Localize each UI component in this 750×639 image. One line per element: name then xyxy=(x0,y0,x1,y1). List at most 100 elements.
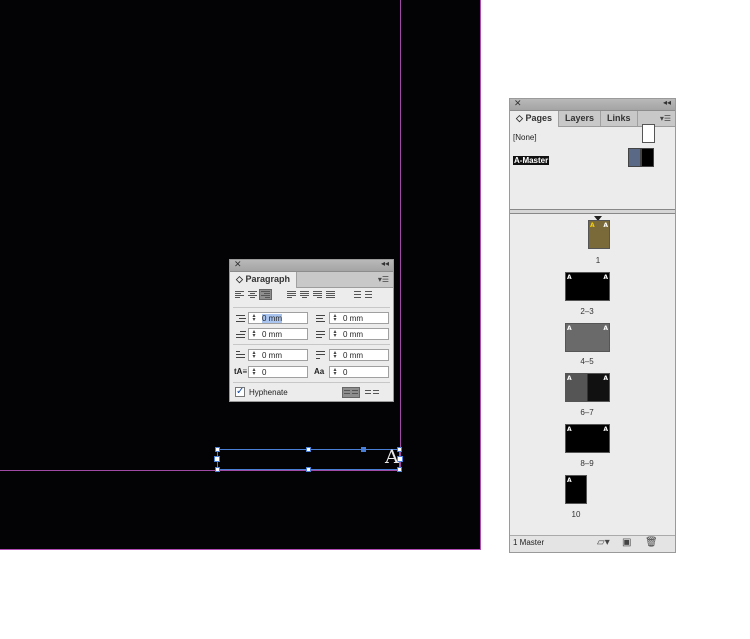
last-line-indent-field[interactable]: ▴ ▾ 0 mm xyxy=(329,328,389,340)
master-marker: A xyxy=(603,426,608,433)
drop-cap-chars-value[interactable]: 0 xyxy=(343,368,347,377)
master-marker: A xyxy=(567,426,572,433)
space-before-value[interactable]: 0 mm xyxy=(262,351,282,360)
page-label-2-3: 2–3 xyxy=(580,307,594,316)
paragraph-panel-titlebar[interactable]: ✕ ◂◂ xyxy=(230,259,393,272)
space-before-field[interactable]: ▴ ▾ 0 mm xyxy=(248,349,308,361)
paragraph-panel: ✕ ◂◂ ◇ Paragraph ▾☰ ▴ ▾ 0 mm ▴ ▾ 0 mm ▴ ▾ 0… xyxy=(229,259,394,402)
divider xyxy=(233,344,390,345)
page-thumbnail-8-9[interactable]: A A xyxy=(565,424,610,453)
first-line-indent-icon xyxy=(234,329,247,340)
close-icon[interactable]: ✕ xyxy=(234,259,242,270)
collapse-icon[interactable]: ◂◂ xyxy=(381,259,389,268)
justify-right-icon[interactable] xyxy=(312,290,323,299)
page-thumbnail-10[interactable]: A xyxy=(565,475,587,504)
justify-left-icon[interactable] xyxy=(286,290,297,299)
master-marker: A xyxy=(567,477,572,484)
close-icon[interactable]: ✕ xyxy=(514,98,522,109)
margin-guide-horizontal xyxy=(0,470,401,471)
tab-pages-label: Pages xyxy=(525,113,552,123)
space-before-icon xyxy=(234,350,247,361)
pages-panel-titlebar[interactable]: ✕ ◂◂ xyxy=(510,98,675,111)
page-thumbnail-6-7[interactable]: A A xyxy=(565,373,610,402)
master-count: 1 Master xyxy=(513,538,545,547)
hyphenate-label: Hyphenate xyxy=(249,388,288,397)
tab-marker-icon: ◇ xyxy=(516,113,523,123)
drop-cap-lines-field[interactable]: ▴ ▾ 0 xyxy=(248,366,308,378)
a-master-label[interactable]: A-Master xyxy=(513,156,550,165)
stepper-icon[interactable]: ▴ ▾ xyxy=(250,350,258,360)
first-line-indent-value[interactable]: 0 mm xyxy=(262,330,282,339)
pages-panel-footer: 1 Master ▱▾ ▣ 🗑 xyxy=(510,535,675,552)
page-size-icon[interactable]: ▱▾ xyxy=(597,537,610,548)
page-thumbnail-4-5[interactable]: A A xyxy=(565,323,610,352)
first-line-indent-field[interactable]: ▴ ▾ 0 mm xyxy=(248,328,308,340)
tab-layers[interactable]: Layers xyxy=(559,111,601,126)
align-away-from-spine-icon[interactable] xyxy=(364,290,375,299)
align-left-icon[interactable] xyxy=(234,290,245,299)
drop-cap-chars-field[interactable]: ▴ ▾ 0 xyxy=(329,366,389,378)
hyphenate-checkbox[interactable]: ✓ xyxy=(235,387,245,397)
drop-cap-lines-icon: tA≡ xyxy=(234,367,248,376)
collapse-icon[interactable]: ◂◂ xyxy=(663,98,671,107)
align-towards-spine-icon[interactable] xyxy=(351,290,362,299)
do-not-align-baseline-icon[interactable] xyxy=(342,387,360,398)
frame-in-port[interactable] xyxy=(214,456,220,462)
panel-menu-icon[interactable]: ▾☰ xyxy=(378,275,389,284)
master-marker: A xyxy=(603,274,608,281)
new-page-icon[interactable]: ▣ xyxy=(622,537,631,548)
page-label-1: 1 xyxy=(595,256,601,265)
right-indent-field[interactable]: ▴ ▾ 0 mm xyxy=(329,312,389,324)
stepper-icon[interactable]: ▴ ▾ xyxy=(250,367,258,377)
master-marker: A xyxy=(603,325,608,332)
stepper-icon[interactable]: ▴ ▾ xyxy=(250,329,258,339)
justify-center-icon[interactable] xyxy=(299,290,310,299)
tab-pages[interactable]: ◇ Pages xyxy=(510,111,559,127)
right-indent-value[interactable]: 0 mm xyxy=(343,314,363,323)
panel-splitter[interactable] xyxy=(510,209,675,214)
drop-cap-chars-icon: Aa xyxy=(314,367,325,376)
stepper-icon[interactable]: ▴ ▾ xyxy=(331,329,339,339)
frame-handle-bl[interactable] xyxy=(215,467,220,472)
page-label-4-5: 4–5 xyxy=(580,357,594,366)
last-line-indent-icon xyxy=(314,329,327,340)
stepper-icon[interactable]: ▴ ▾ xyxy=(331,313,339,323)
stepper-icon[interactable]: ▴ ▾ xyxy=(331,350,339,360)
master-marker: A xyxy=(567,274,572,281)
none-master-label[interactable]: [None] xyxy=(513,133,537,142)
right-indent-icon xyxy=(314,313,327,324)
stepper-icon[interactable]: ▴ ▾ xyxy=(250,313,258,323)
master-marker: A xyxy=(567,375,572,382)
justify-all-icon[interactable] xyxy=(325,290,336,299)
align-baseline-icon[interactable] xyxy=(364,388,380,397)
drop-cap-lines-value[interactable]: 0 xyxy=(262,368,266,377)
align-right-icon[interactable] xyxy=(259,289,272,300)
space-after-icon xyxy=(314,350,327,361)
page-thumbnail-2-3[interactable]: A A xyxy=(565,272,610,301)
space-after-value[interactable]: 0 mm xyxy=(343,351,363,360)
tab-links[interactable]: Links xyxy=(601,111,638,126)
a-master-thumbnail-left[interactable] xyxy=(628,148,641,167)
frame-handle-tc[interactable] xyxy=(306,447,311,452)
last-line-indent-value[interactable]: 0 mm xyxy=(343,330,363,339)
divider xyxy=(233,382,390,383)
master-marker: A xyxy=(603,375,608,382)
stepper-icon[interactable]: ▴ ▾ xyxy=(331,367,339,377)
frame-handle-bc[interactable] xyxy=(306,467,311,472)
trash-icon[interactable]: 🗑 xyxy=(645,537,658,548)
a-master-thumbnail-right[interactable] xyxy=(641,148,654,167)
frame-handle-tl[interactable] xyxy=(215,447,220,452)
panel-menu-icon[interactable]: ▾☰ xyxy=(660,114,671,123)
frame-text-character: A xyxy=(385,446,399,468)
master-marker: A xyxy=(590,222,595,229)
page-label-10: 10 xyxy=(571,510,581,519)
margin-guide-vertical xyxy=(400,0,401,470)
space-after-field[interactable]: ▴ ▾ 0 mm xyxy=(329,349,389,361)
left-indent-value[interactable]: 0 mm xyxy=(262,314,282,323)
none-master-thumbnail[interactable] xyxy=(642,124,655,143)
left-indent-field[interactable]: ▴ ▾ 0 mm xyxy=(248,312,308,324)
frame-handle-selected[interactable] xyxy=(361,447,366,452)
tab-paragraph[interactable]: ◇ Paragraph xyxy=(230,272,297,288)
page-thumbnail-1[interactable]: A A xyxy=(588,220,610,249)
align-center-icon[interactable] xyxy=(247,290,258,299)
